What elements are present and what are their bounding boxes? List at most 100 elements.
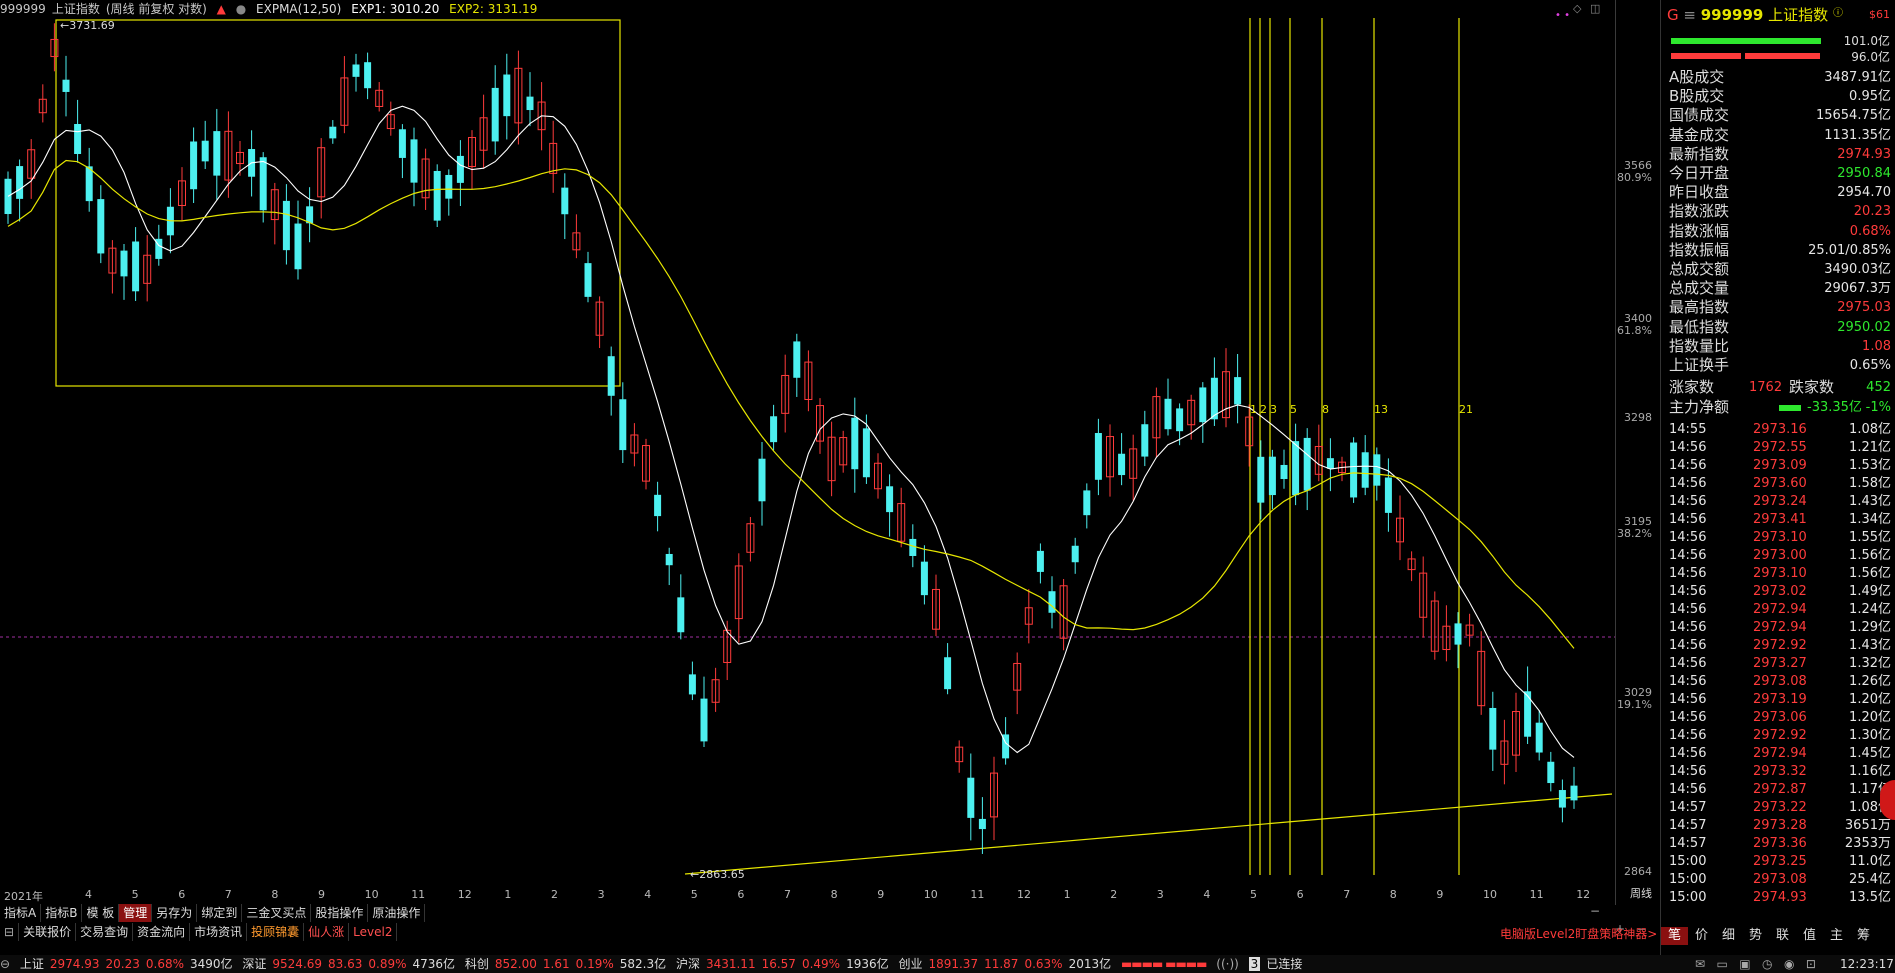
price-label-3298: 3298 [1624, 411, 1652, 424]
stat-row: 总成交额 3490.03亿 [1669, 260, 1891, 278]
month-label: 5 [690, 888, 698, 901]
tab-golden-cross[interactable]: 三金叉买点 [242, 904, 312, 922]
candle-body [561, 187, 569, 215]
candle-body [526, 96, 534, 111]
month-label: 4 [85, 888, 92, 901]
month-label: 7 [784, 888, 791, 901]
tab-main[interactable]: 主 [1823, 927, 1850, 945]
tick-row: 14:56 2973.41 1.34亿 [1669, 512, 1891, 527]
candle-body [364, 62, 372, 89]
tab-indicator-a[interactable]: 指标A [0, 904, 42, 922]
month-label: 3 [1156, 888, 1164, 901]
promo-link[interactable]: 电脑版Level2盯盘策略神器> [1500, 925, 1657, 942]
breadth-row: 涨家数 1762 跌家数 452 [1669, 378, 1891, 396]
high-label: ←3731.69 [60, 19, 115, 32]
candlestick-chart[interactable] [0, 0, 1615, 885]
candle-body [294, 223, 302, 270]
tab-xianrenzhang[interactable]: 仙人涨 [304, 923, 350, 941]
candle-body [97, 199, 105, 254]
net-flow-row: 主力净额 -33.35亿 -1% [1669, 398, 1891, 416]
tab-level2[interactable]: Level2 [349, 923, 398, 941]
candle-body [1535, 722, 1543, 753]
connection-status: 已连接 [1266, 957, 1303, 971]
stat-row: 最低指数 2950.02 [1669, 317, 1891, 336]
chart-area[interactable]: 999999 上证指数 (周线 前复权 对数) ▲ ● EXPMA(12,50) E… [0, 0, 1615, 905]
time-axis: 2021年 4 5 6 7 8 9 10 11 12 1 2 3 4 5 6 7 8 9 10 11 12 1 2 3 4 5 6 7… [0, 887, 1615, 903]
candle-body [1384, 477, 1392, 513]
menu-icon[interactable]: ≡ [1683, 6, 1700, 24]
tab-price[interactable]: 价 [1688, 927, 1715, 945]
tab-index-ops[interactable]: 股指操作 [311, 904, 369, 922]
candle-body [1199, 387, 1207, 423]
candle-body [1547, 761, 1555, 784]
status-bar: ⊖ 上证 2974.93 20.23 0.68% 3490亿 深证 9524.69 83.6… [0, 955, 1895, 973]
minus-icon[interactable]: ⊟ [0, 923, 20, 941]
status-icon[interactable]: ⊖ [0, 957, 10, 971]
candle-body [1257, 456, 1265, 503]
tab-save-as[interactable]: 另存为 [152, 904, 198, 922]
indicator-toolbar: 指标A 指标B 模 板管理 另存为 绑定到 三金叉买点 股指操作 原油操作 [0, 904, 426, 922]
candle-body [1094, 433, 1102, 480]
candle-body [85, 166, 93, 202]
candle-body [1036, 550, 1044, 572]
tab-bind-to[interactable]: 绑定到 [197, 904, 243, 922]
candle-body [886, 486, 894, 513]
tab-market-news[interactable]: 市场资讯 [190, 923, 248, 941]
candle-body [120, 250, 128, 277]
tab-trend[interactable]: 势 [1742, 927, 1769, 945]
sell-bar-value: 96.0亿 [1851, 50, 1890, 64]
price-label-3195: 3195 38.2% [1617, 515, 1652, 540]
tab-value[interactable]: 值 [1796, 927, 1823, 945]
tab-advisor-tips[interactable]: 投顾锦囊 [247, 923, 305, 941]
month-label: 4 [1203, 888, 1211, 901]
tab-indicator-b[interactable]: 指标B [41, 904, 83, 922]
candle-body [944, 657, 952, 690]
tab-trades[interactable]: 笔 [1661, 927, 1688, 945]
tick-row: 14:56 2973.02 1.49亿 [1669, 584, 1891, 599]
candle-body [920, 561, 928, 596]
tick-row: 14:56 2973.06 1.20亿 [1669, 710, 1891, 725]
candle-body [851, 417, 859, 470]
candle-body [1524, 691, 1532, 737]
tab-detail[interactable]: 细 [1715, 927, 1742, 945]
period-label[interactable]: 周线 [1630, 888, 1652, 900]
status-icons[interactable]: ✉ ▭ ▣ ◷ ◉ ⊡ [1695, 955, 1816, 973]
tab-template[interactable]: 模 板 [82, 904, 120, 922]
fib-label-2: 2 [1260, 403, 1267, 416]
tick-row: 15:00 2973.25 11.0亿 [1669, 854, 1891, 869]
candle-body [1361, 452, 1369, 488]
tick-row: 14:56 2972.92 1.43亿 [1669, 638, 1891, 653]
month-label: 6 [1296, 888, 1304, 901]
low-label: ←2863.65 [690, 868, 745, 881]
net-flow-bar [1779, 405, 1801, 411]
candle-body [700, 698, 708, 742]
month-label: 8 [271, 888, 279, 901]
stat-row: 最新指数 2974.93 [1669, 144, 1891, 163]
month-label: 10 [923, 888, 938, 901]
tab-related-quotes[interactable]: 关联报价 [19, 923, 77, 941]
candle-body [584, 263, 592, 297]
toolbar-controls[interactable]: − [1590, 904, 1600, 918]
tab-manage[interactable]: 管理 [119, 904, 153, 922]
candle-body [967, 777, 975, 818]
month-label: 2 [551, 888, 558, 901]
candle-body [770, 416, 778, 443]
tab-oil-ops[interactable]: 原油操作 [368, 904, 426, 922]
tab-fund-flow[interactable]: 资金流向 [133, 923, 191, 941]
price-axis: 3566 80.9% 3400 61.8% 3298 3195 38.2% 3029 1… [1615, 0, 1656, 905]
candle-body [1326, 458, 1334, 469]
info-icon[interactable]: ⓘ [1833, 8, 1843, 19]
candle-body [329, 126, 337, 139]
candle-body [607, 356, 615, 396]
candle-body [1303, 437, 1311, 491]
tab-linked[interactable]: 联 [1769, 927, 1796, 945]
tick-row: 14:56 2973.00 1.56亿 [1669, 548, 1891, 563]
tick-row: 14:57 2973.36 2353万 [1669, 836, 1891, 851]
floating-circle-icon[interactable] [1880, 780, 1895, 820]
tick-row: 14:56 2973.10 1.56亿 [1669, 566, 1891, 581]
candle-body [654, 494, 662, 517]
tab-chips[interactable]: 筹 [1850, 927, 1877, 945]
candle-body [619, 399, 627, 451]
candle-body [1118, 453, 1126, 476]
tab-trade-query[interactable]: 交易查询 [76, 923, 134, 941]
